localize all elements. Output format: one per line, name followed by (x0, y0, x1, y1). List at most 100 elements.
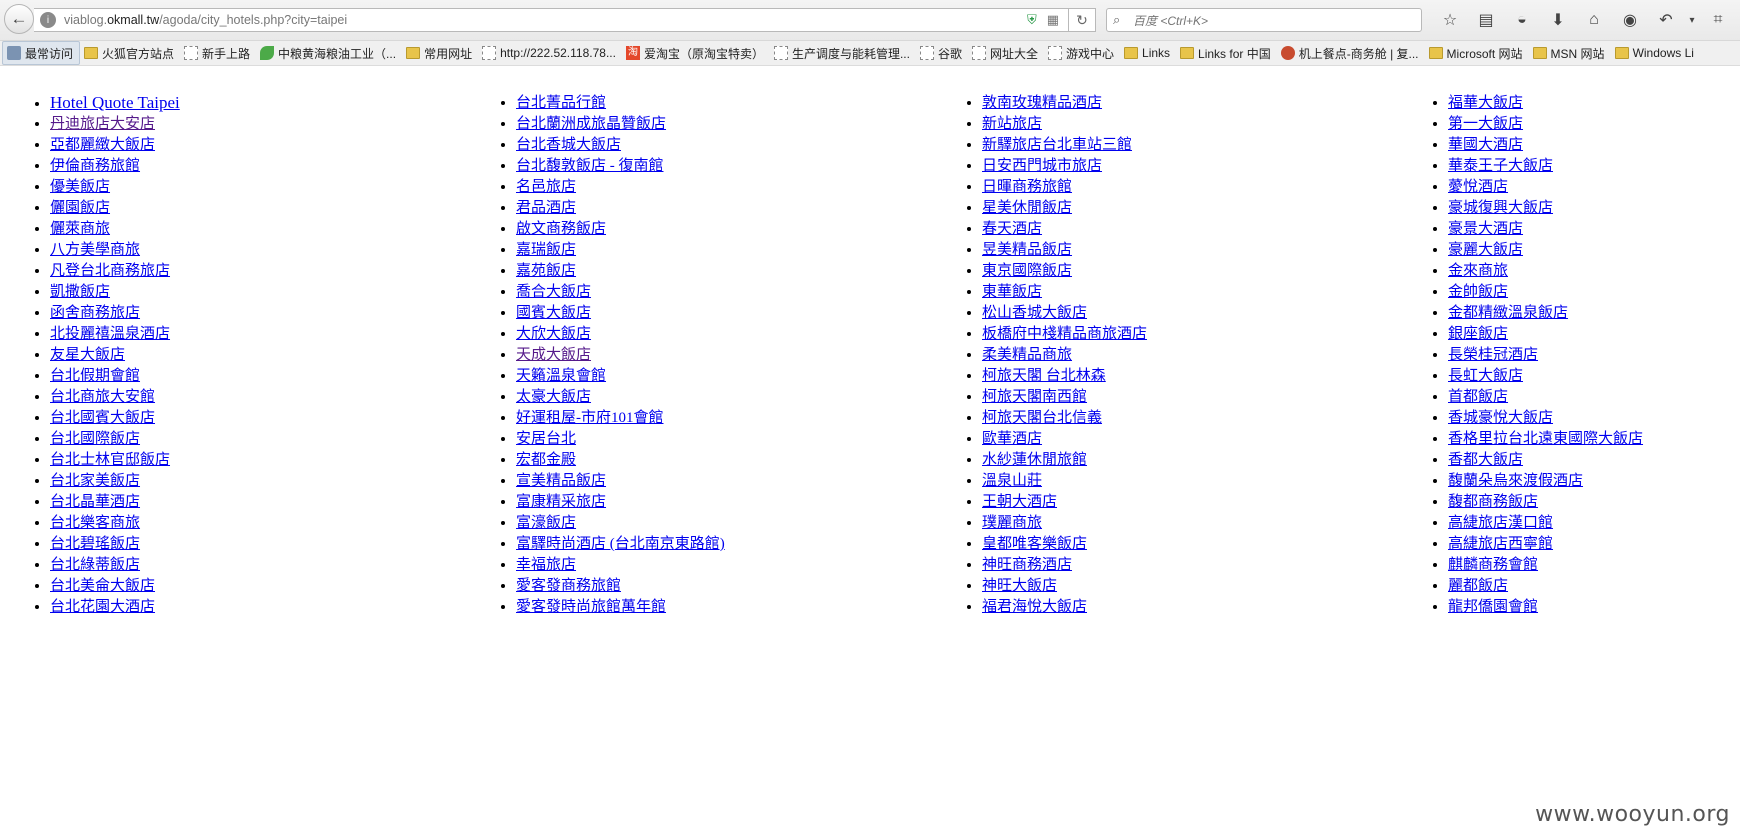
hotel-link[interactable]: 函舍商務旅店 (50, 305, 140, 321)
menu-dropdown-icon[interactable]: ▾ (1684, 9, 1700, 31)
hotel-link[interactable]: 日安西門城市旅店 (982, 158, 1102, 174)
hotel-link[interactable]: 敦南玫瑰精品酒店 (982, 95, 1102, 111)
hotel-link[interactable]: 神旺商務酒店 (982, 557, 1072, 573)
hotel-link[interactable]: 伊倫商務旅館 (50, 158, 140, 174)
hotel-link[interactable]: 金來商旅 (1448, 263, 1508, 279)
hotel-link[interactable]: 亞都麗緻大飯店 (50, 137, 155, 153)
hotel-link[interactable]: 台北國賓大飯店 (50, 410, 155, 426)
hotel-link[interactable]: 春天酒店 (982, 221, 1042, 237)
bookmark-item[interactable]: 常用网址 (402, 42, 478, 64)
hotel-link[interactable]: 台北花園大酒店 (50, 599, 155, 615)
hotel-link[interactable]: 華國大酒店 (1448, 137, 1523, 153)
bookmark-item[interactable]: 淘爱淘宝（原淘宝特卖） (622, 42, 770, 64)
chat-icon[interactable]: ◉ (1612, 9, 1648, 31)
shield-icon[interactable]: ⛨ (1027, 12, 1037, 28)
hotel-link[interactable]: 優美飯店 (50, 179, 110, 195)
more-chevron-icon[interactable]: ▾ (1736, 9, 1740, 31)
hotel-link[interactable]: 銀座飯店 (1448, 326, 1508, 342)
hotel-link[interactable]: 柔美精品商旅 (982, 347, 1072, 363)
hotel-link[interactable]: 日暉商務旅館 (982, 179, 1072, 195)
hotel-link[interactable]: 長榮桂冠酒店 (1448, 347, 1538, 363)
hotel-link[interactable]: 嘉瑞飯店 (516, 242, 576, 258)
hotel-link[interactable]: 馥蘭朵烏來渡假酒店 (1448, 473, 1583, 489)
hotel-link[interactable]: 香格里拉台北遠東國際大飯店 (1448, 431, 1643, 447)
hotel-link[interactable]: 愛客發時尚旅館萬年館 (516, 599, 666, 615)
hotel-link[interactable]: 台北假期會館 (50, 368, 140, 384)
bookmark-item[interactable]: 最常访问 (2, 41, 81, 65)
hotel-link[interactable]: 水紗蓮休閒旅館 (982, 452, 1087, 468)
hotel-link[interactable]: 大欣大飯店 (516, 326, 591, 342)
hotel-link[interactable]: 天成大飯店 (516, 347, 591, 363)
hotel-link[interactable]: 富驛時尚酒店 (台北南京東路館) (516, 536, 725, 552)
hotel-link[interactable]: 王朝大酒店 (982, 494, 1057, 510)
reading-list-icon[interactable]: ▤ (1468, 9, 1504, 31)
hotel-link[interactable]: 柯旅天閣 台北林森 (982, 368, 1106, 384)
qr-code-icon[interactable]: ▦ (1047, 12, 1059, 28)
bookmark-star-icon[interactable]: ☆ (1432, 9, 1468, 31)
bookmark-item[interactable]: http://222.52.118.78... (478, 42, 622, 64)
hotel-link[interactable]: 愛客發商務旅館 (516, 578, 621, 594)
hotel-link[interactable]: 儷萊商旅 (50, 221, 110, 237)
hotel-link[interactable]: 新驛旅店台北車站三館 (982, 137, 1132, 153)
hotel-link[interactable]: 喬合大飯店 (516, 284, 591, 300)
bookmark-item[interactable]: Links for 中国 (1176, 42, 1277, 64)
url-text[interactable]: viablog.okmall.tw/agoda/city_hotels.php?… (64, 13, 347, 27)
bookmark-item[interactable]: 生产调度与能耗管理... (770, 42, 916, 64)
hotel-link[interactable]: 高緁旅店漢口館 (1448, 515, 1553, 531)
hotel-link[interactable]: 名邑旅店 (516, 179, 576, 195)
hotel-link[interactable]: 台北樂客商旅 (50, 515, 140, 531)
hotel-link[interactable]: 台北綠蒂飯店 (50, 557, 140, 573)
hotel-link[interactable]: 第一大飯店 (1448, 116, 1523, 132)
hotel-link[interactable]: 金帥飯店 (1448, 284, 1508, 300)
bookmark-item[interactable]: Microsoft 网站 (1425, 42, 1529, 64)
hotel-link[interactable]: 台北商旅大安館 (50, 389, 155, 405)
hotel-link[interactable]: 璞麗商旅 (982, 515, 1042, 531)
home-icon[interactable]: ⌂ (1576, 9, 1612, 31)
hotel-link[interactable]: 富康精采旅店 (516, 494, 606, 510)
hotel-link[interactable]: 豪城復興大飯店 (1448, 200, 1553, 216)
hotel-link[interactable]: 溫泉山莊 (982, 473, 1042, 489)
hotel-link[interactable]: 友星大飯店 (50, 347, 125, 363)
bookmark-item[interactable]: MSN 网站 (1529, 42, 1611, 64)
hotel-link[interactable]: 龍邦僑園會館 (1448, 599, 1538, 615)
undo-icon[interactable]: ↶ (1648, 9, 1684, 31)
hotel-link[interactable]: 柯旅天閣台北信義 (982, 410, 1102, 426)
hotel-link[interactable]: 昱美精品飯店 (982, 242, 1072, 258)
hotel-link[interactable]: 香都大飯店 (1448, 452, 1523, 468)
hotel-link[interactable]: 金都精緻溫泉飯店 (1448, 305, 1568, 321)
hotel-link[interactable]: 麗都飯店 (1448, 578, 1508, 594)
hotel-link[interactable]: 柯旅天閣南西館 (982, 389, 1087, 405)
hotel-link[interactable]: 好運租屋-市府101會館 (516, 410, 664, 426)
hotel-link[interactable]: 台北國際飯店 (50, 431, 140, 447)
hotel-link[interactable]: 北投麗禧溫泉酒店 (50, 326, 170, 342)
hotel-link[interactable]: 東華飯店 (982, 284, 1042, 300)
hotel-link[interactable]: 麒麟商務會館 (1448, 557, 1538, 573)
hotel-link[interactable]: 國賓大飯店 (516, 305, 591, 321)
bookmark-item[interactable]: 中粮黄海粮油工业（... (256, 42, 402, 64)
bookmark-item[interactable]: Links (1120, 42, 1176, 64)
hotel-link[interactable]: 首都飯店 (1448, 389, 1508, 405)
back-button[interactable]: ← (4, 4, 34, 34)
bookmark-item[interactable]: 谷歌 (916, 42, 968, 64)
hotel-link[interactable]: 台北美侖大飯店 (50, 578, 155, 594)
hotel-link[interactable]: 嘉苑飯店 (516, 263, 576, 279)
hotel-link[interactable]: 宣美精品飯店 (516, 473, 606, 489)
bookmark-item[interactable]: 机上餐点-商务舱 | 复... (1277, 42, 1425, 64)
hotel-link[interactable]: 高緁旅店西寧館 (1448, 536, 1553, 552)
hotel-link[interactable]: 凱撒飯店 (50, 284, 110, 300)
hotel-link[interactable]: 神旺大飯店 (982, 578, 1057, 594)
address-bar[interactable]: i viablog.okmall.tw/agoda/city_hotels.ph… (34, 8, 1088, 32)
bookmark-item[interactable]: 新手上路 (180, 42, 256, 64)
hotel-link[interactable]: 台北晶華酒店 (50, 494, 140, 510)
hotel-link[interactable]: 板橋府中棧精品商旅酒店 (982, 326, 1147, 342)
hotel-link[interactable]: 歐華酒店 (982, 431, 1042, 447)
hotel-link[interactable]: 福君海悅大飯店 (982, 599, 1087, 615)
hotel-link[interactable]: 富濠飯店 (516, 515, 576, 531)
hotel-link[interactable]: 長虹大飯店 (1448, 368, 1523, 384)
hotel-link[interactable]: 豪麗大飯店 (1448, 242, 1523, 258)
hotel-link[interactable]: 台北碧瑤飯店 (50, 536, 140, 552)
hotel-link[interactable]: 台北馥敦飯店 - 復南館 (516, 158, 664, 174)
hotel-link[interactable]: 豪景大酒店 (1448, 221, 1523, 237)
hotel-link[interactable]: 新站旅店 (982, 116, 1042, 132)
pocket-icon[interactable]: ◒ (1504, 9, 1540, 31)
